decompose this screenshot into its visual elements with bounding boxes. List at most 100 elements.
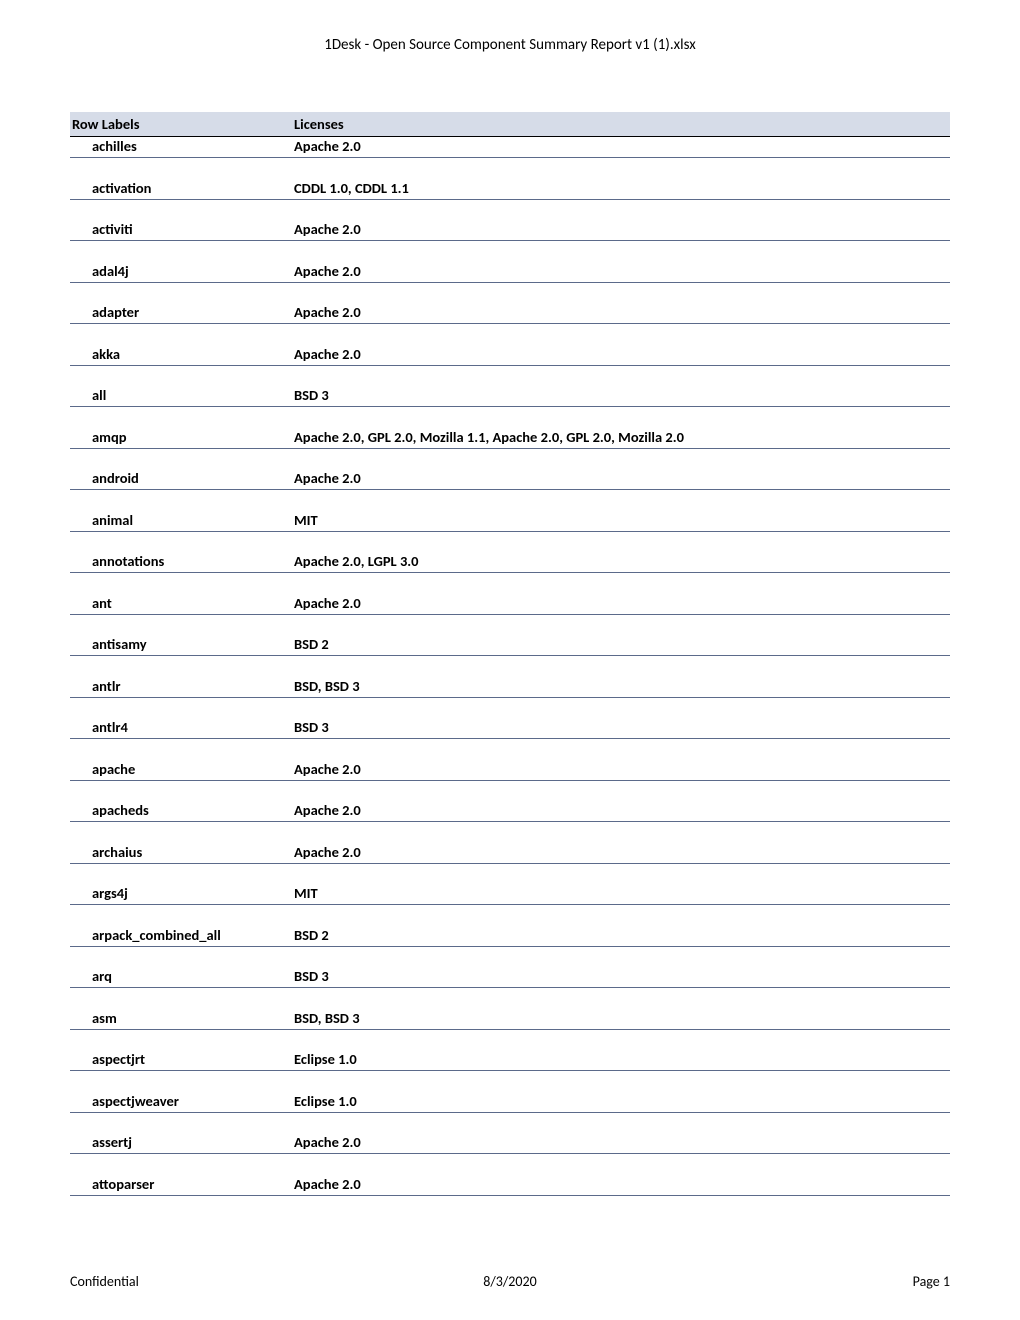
- license-table: Row Labels Licenses achillesApache 2.0ac…: [70, 112, 950, 1196]
- component-name: adapter: [70, 303, 292, 324]
- component-name: ant: [70, 594, 292, 615]
- component-license: MIT: [292, 884, 950, 905]
- component-license: Apache 2.0: [292, 1175, 950, 1196]
- component-name: assertj: [70, 1133, 292, 1154]
- table-gap-row: [70, 863, 950, 884]
- table-gap-row: [70, 365, 950, 386]
- table-gap-row: [70, 324, 950, 345]
- component-name: animal: [70, 511, 292, 532]
- component-name: adal4j: [70, 262, 292, 283]
- table-gap-row: [70, 697, 950, 718]
- component-name: android: [70, 469, 292, 490]
- component-name: all: [70, 386, 292, 407]
- table-row: adapterApache 2.0: [70, 303, 950, 324]
- table-row: antlr4BSD 3: [70, 718, 950, 739]
- table-row: allBSD 3: [70, 386, 950, 407]
- table-row: asmBSD, BSD 3: [70, 1009, 950, 1030]
- component-name: akka: [70, 345, 292, 366]
- component-name: amqp: [70, 428, 292, 449]
- component-name: arpack_combined_all: [70, 926, 292, 947]
- component-name: archaius: [70, 843, 292, 864]
- component-name: activiti: [70, 220, 292, 241]
- table-gap-row: [70, 905, 950, 926]
- component-name: asm: [70, 1009, 292, 1030]
- table-row: annotationsApache 2.0, LGPL 3.0: [70, 552, 950, 573]
- component-license: BSD, BSD 3: [292, 677, 950, 698]
- component-license: Eclipse 1.0: [292, 1092, 950, 1113]
- table-gap-row: [70, 1071, 950, 1092]
- page-footer: Confidential 8/3/2020 Page 1: [70, 1273, 950, 1290]
- component-name: args4j: [70, 884, 292, 905]
- component-license: CDDL 1.0, CDDL 1.1: [292, 179, 950, 200]
- component-license: BSD 2: [292, 635, 950, 656]
- table-gap-row: [70, 573, 950, 594]
- header-licenses: Licenses: [292, 112, 950, 137]
- table-header-row: Row Labels Licenses: [70, 112, 950, 137]
- component-name: antlr: [70, 677, 292, 698]
- component-license: BSD 2: [292, 926, 950, 947]
- component-license: Apache 2.0: [292, 1133, 950, 1154]
- table-row: antlrBSD, BSD 3: [70, 677, 950, 698]
- table-row: attoparserApache 2.0: [70, 1175, 950, 1196]
- component-license: Eclipse 1.0: [292, 1050, 950, 1071]
- document-page: 1Desk - Open Source Component Summary Re…: [0, 0, 1020, 1320]
- table-gap-row: [70, 1029, 950, 1050]
- table-gap-row: [70, 158, 950, 179]
- table-row: animalMIT: [70, 511, 950, 532]
- component-license: Apache 2.0: [292, 220, 950, 241]
- table-row: apachedsApache 2.0: [70, 801, 950, 822]
- table-row: adal4jApache 2.0: [70, 262, 950, 283]
- component-name: activation: [70, 179, 292, 200]
- component-license: BSD, BSD 3: [292, 1009, 950, 1030]
- component-name: antlr4: [70, 718, 292, 739]
- component-license: Apache 2.0: [292, 843, 950, 864]
- component-name: achilles: [70, 137, 292, 158]
- table-row: antisamyBSD 2: [70, 635, 950, 656]
- table-gap-row: [70, 282, 950, 303]
- component-name: arq: [70, 967, 292, 988]
- component-license: Apache 2.0, LGPL 3.0: [292, 552, 950, 573]
- component-license: Apache 2.0: [292, 262, 950, 283]
- table-gap-row: [70, 614, 950, 635]
- table-row: amqpApache 2.0, GPL 2.0, Mozilla 1.1, Ap…: [70, 428, 950, 449]
- component-license: BSD 3: [292, 967, 950, 988]
- table-row: arpack_combined_allBSD 2: [70, 926, 950, 947]
- table-gap-row: [70, 407, 950, 428]
- footer-date: 8/3/2020: [70, 1273, 950, 1290]
- table-gap-row: [70, 490, 950, 511]
- table-gap-row: [70, 1112, 950, 1133]
- table-row: activationCDDL 1.0, CDDL 1.1: [70, 179, 950, 200]
- table-row: androidApache 2.0: [70, 469, 950, 490]
- table-gap-row: [70, 988, 950, 1009]
- table-row: archaiusApache 2.0: [70, 843, 950, 864]
- table-row: akkaApache 2.0: [70, 345, 950, 366]
- table-gap-row: [70, 656, 950, 677]
- component-name: aspectjrt: [70, 1050, 292, 1071]
- component-license: Apache 2.0: [292, 345, 950, 366]
- table-row: assertjApache 2.0: [70, 1133, 950, 1154]
- component-name: apacheds: [70, 801, 292, 822]
- component-license: Apache 2.0: [292, 594, 950, 615]
- table-row: antApache 2.0: [70, 594, 950, 615]
- component-license: Apache 2.0: [292, 760, 950, 781]
- table-gap-row: [70, 780, 950, 801]
- component-license: Apache 2.0: [292, 137, 950, 158]
- table-row: args4jMIT: [70, 884, 950, 905]
- header-row-labels: Row Labels: [70, 112, 292, 137]
- component-license: BSD 3: [292, 718, 950, 739]
- component-name: antisamy: [70, 635, 292, 656]
- table-row: aspectjweaverEclipse 1.0: [70, 1092, 950, 1113]
- table-gap-row: [70, 241, 950, 262]
- component-license: Apache 2.0: [292, 303, 950, 324]
- component-name: aspectjweaver: [70, 1092, 292, 1113]
- component-license: Apache 2.0: [292, 469, 950, 490]
- table-row: arqBSD 3: [70, 967, 950, 988]
- table-gap-row: [70, 946, 950, 967]
- table-gap-row: [70, 739, 950, 760]
- document-title: 1Desk - Open Source Component Summary Re…: [70, 36, 950, 54]
- table-row: activitiApache 2.0: [70, 220, 950, 241]
- table-gap-row: [70, 1154, 950, 1175]
- table-gap-row: [70, 199, 950, 220]
- component-name: attoparser: [70, 1175, 292, 1196]
- table-gap-row: [70, 531, 950, 552]
